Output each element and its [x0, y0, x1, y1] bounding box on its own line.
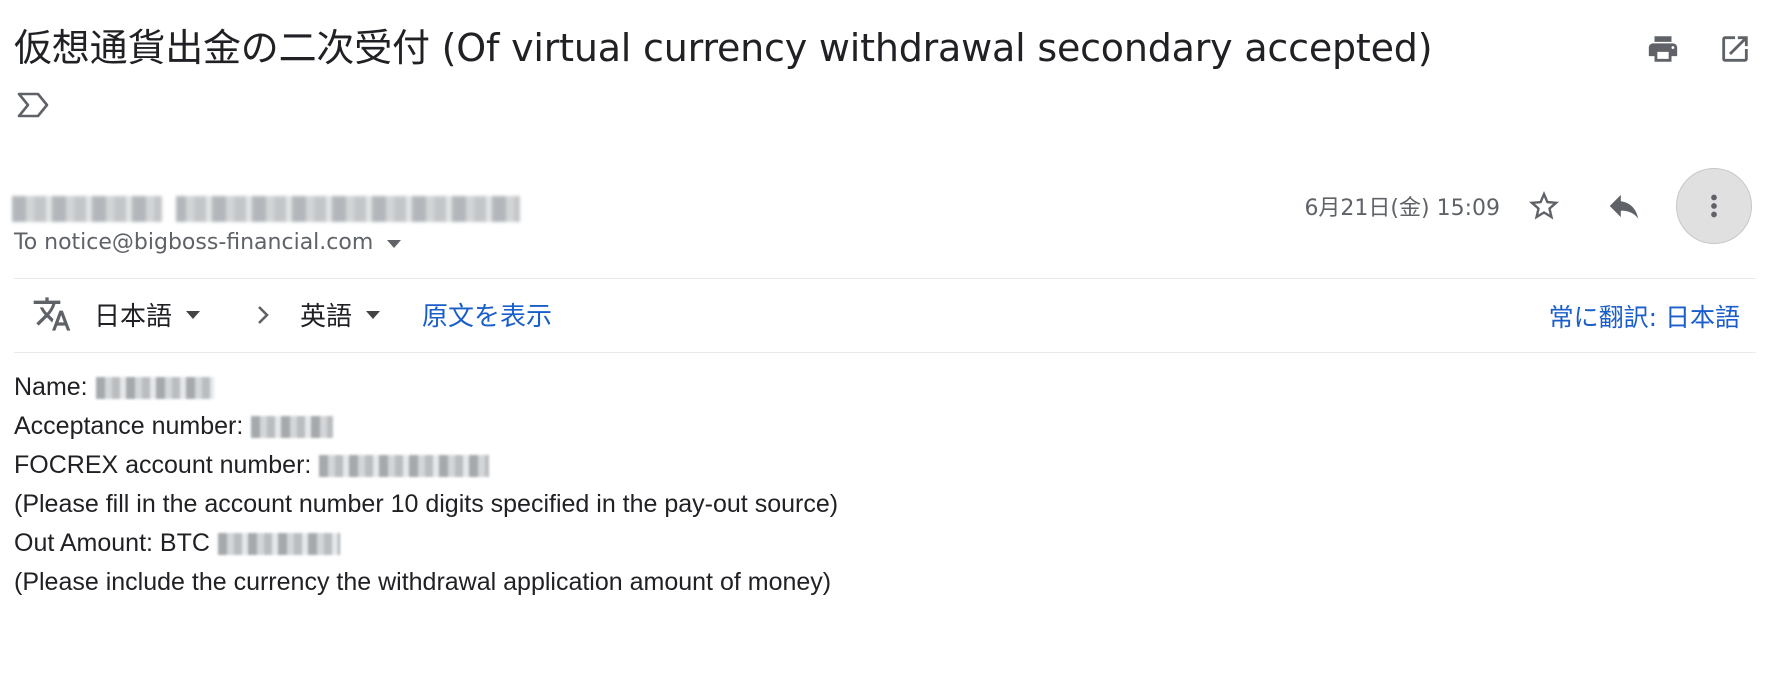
account-note: (Please fill in the account number 10 di…	[14, 490, 839, 518]
translate-icon-wrap	[32, 294, 72, 338]
chevron-down-icon	[366, 310, 381, 319]
acceptance-line: Acceptance number:	[14, 407, 838, 446]
target-language-label: 英語	[300, 302, 353, 332]
print-icon	[1648, 36, 1678, 62]
translate-bar: 日本語 英語 原文を表示 常に翻訳: 日本語	[14, 290, 1756, 344]
account-label: FOCREX account number:	[14, 451, 312, 479]
chevron-right-icon	[258, 306, 269, 324]
account-line: FOCREX account number:	[14, 446, 838, 485]
sender-redacted	[12, 196, 520, 222]
amount-label: Out Amount: BTC	[14, 529, 210, 557]
always-translate-link[interactable]: 常に翻訳: 日本語	[1549, 298, 1740, 334]
open-in-new-window-icon	[1722, 36, 1748, 62]
name-label: Name:	[14, 373, 88, 401]
print-button[interactable]	[1640, 26, 1686, 72]
reply-icon	[1609, 194, 1639, 219]
message-actions	[1492, 168, 1752, 244]
email-subject: 仮想通貨出金の二次受付 (Of virtual currency withdra…	[14, 26, 1433, 70]
sender-row: To notice@bigboss-financial.com 6月21日(金)…	[12, 168, 1752, 266]
email-body: Name: Acceptance number: FOCREX account …	[14, 368, 838, 602]
chevron-right-icon-wrap	[250, 300, 276, 334]
more-options-button[interactable]	[1676, 168, 1752, 244]
recipients-dropdown-icon[interactable]	[387, 239, 402, 248]
name-redacted	[95, 376, 214, 399]
acceptance-label: Acceptance number:	[14, 412, 244, 440]
name-line: Name:	[14, 368, 838, 407]
account-redacted	[319, 454, 490, 477]
amount-line: Out Amount: BTC	[14, 524, 838, 563]
source-language-label: 日本語	[94, 302, 173, 332]
subject-row: 仮想通貨出金の二次受付 (Of virtual currency withdra…	[14, 18, 1758, 78]
label-icon	[17, 92, 49, 118]
more-vertical-icon	[1711, 194, 1717, 218]
top-actions	[1640, 26, 1758, 72]
recipients-text: To notice@bigboss-financial.com	[14, 230, 374, 255]
amount-redacted	[217, 532, 340, 555]
important-label-button[interactable]	[16, 90, 52, 120]
acceptance-redacted	[251, 415, 334, 438]
divider	[14, 278, 1756, 279]
chevron-down-icon	[186, 310, 201, 319]
source-language-select[interactable]: 日本語	[94, 296, 201, 333]
recipients-line[interactable]: To notice@bigboss-financial.com	[14, 230, 402, 255]
star-button[interactable]	[1516, 178, 1572, 234]
star-icon	[1529, 191, 1559, 220]
open-new-window-button[interactable]	[1712, 26, 1758, 72]
show-original-link[interactable]: 原文を表示	[422, 296, 552, 333]
email-date: 6月21日(金) 15:09	[1304, 196, 1500, 221]
divider	[14, 352, 1756, 353]
reply-button[interactable]	[1596, 178, 1652, 234]
amount-note: (Please include the currency the withdra…	[14, 568, 832, 596]
target-language-select[interactable]: 英語	[300, 296, 381, 333]
translate-icon	[33, 297, 71, 331]
